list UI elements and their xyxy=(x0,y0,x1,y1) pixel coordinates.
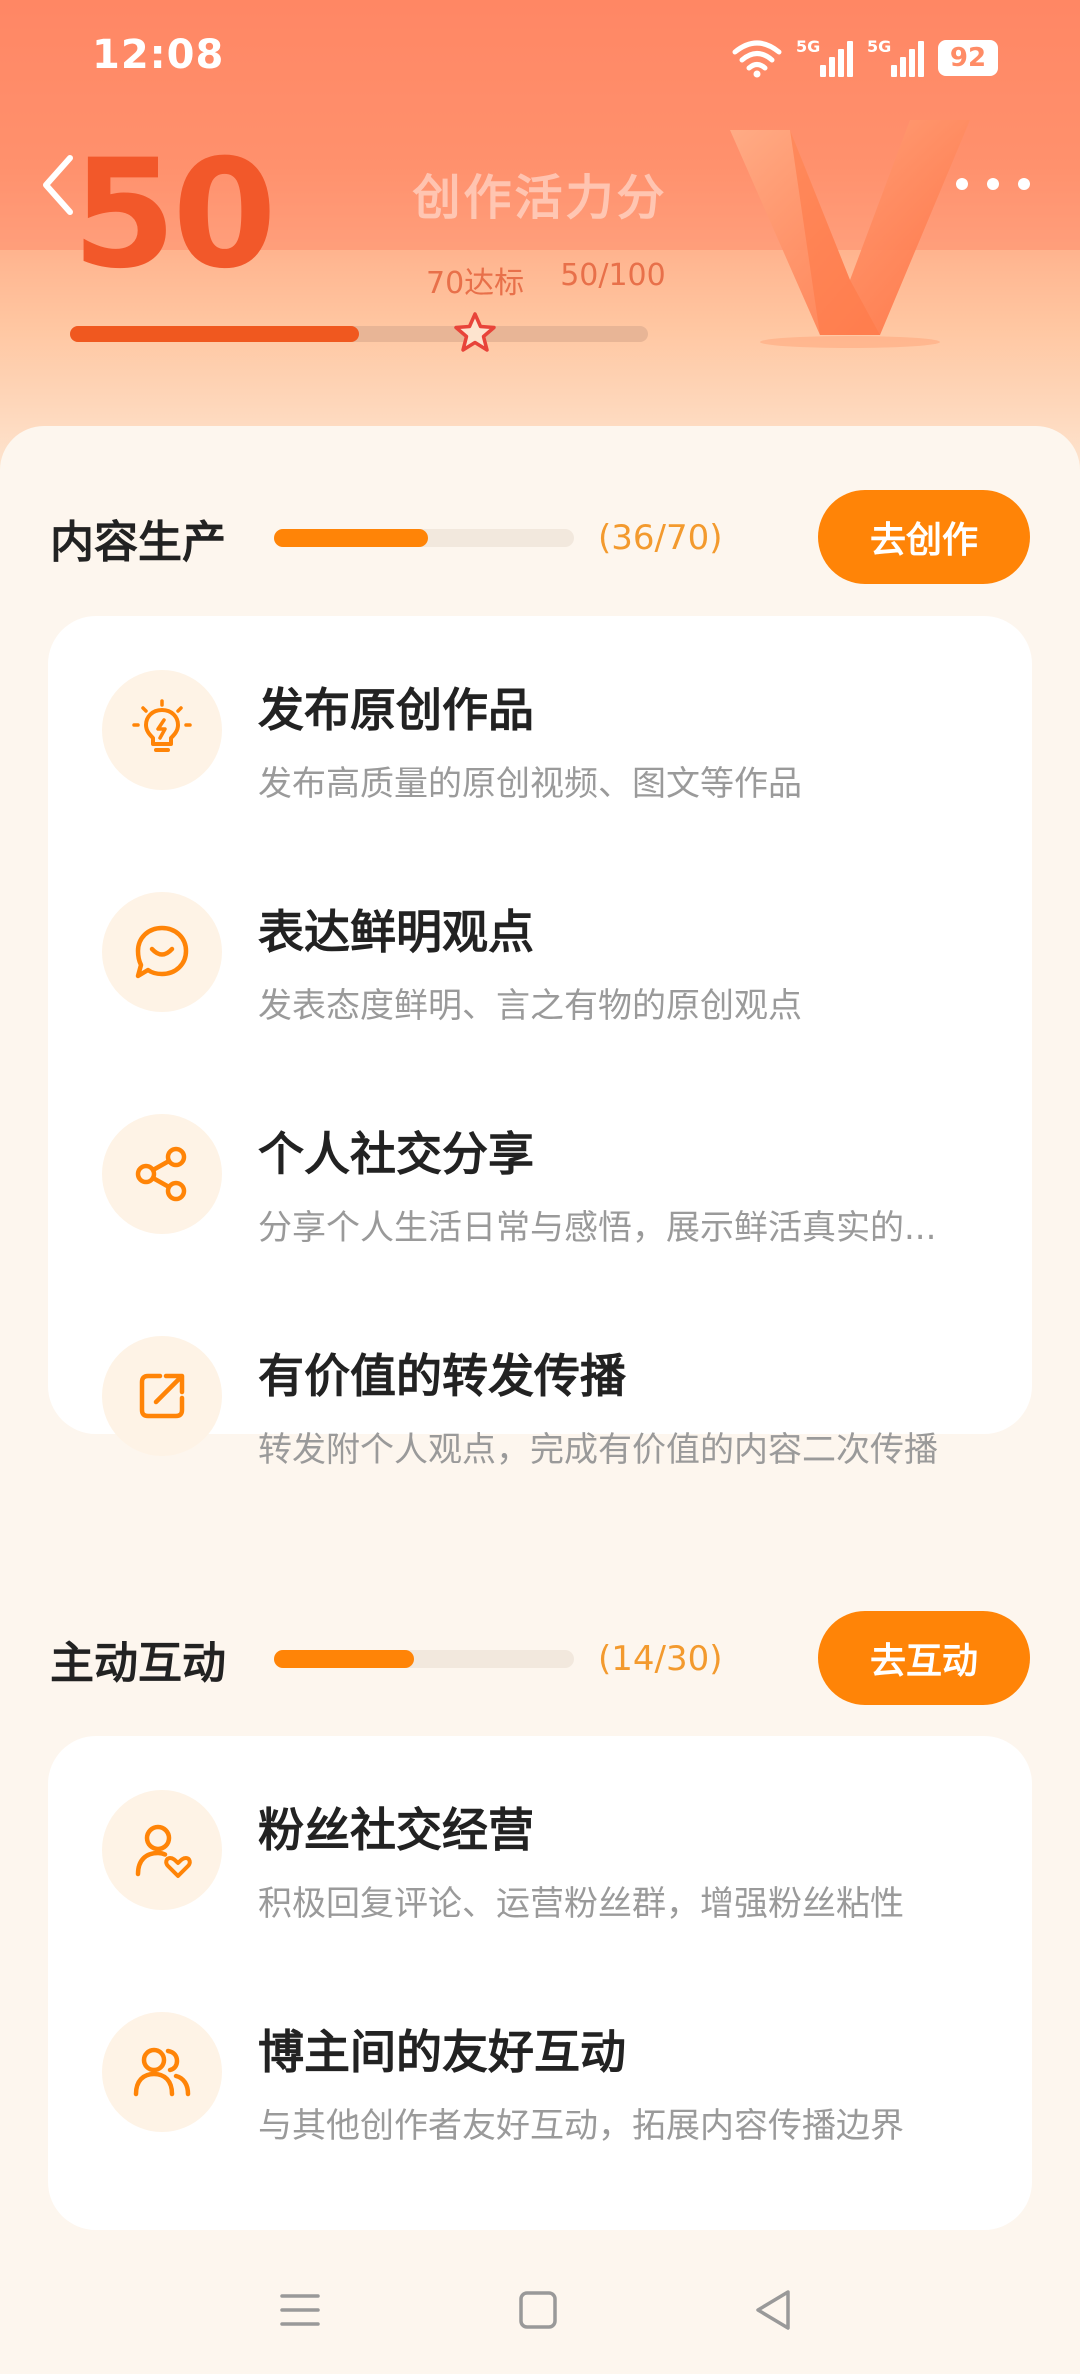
lightbulb-icon xyxy=(102,670,222,790)
status-icons: 5G 5G 92 xyxy=(732,36,998,80)
task-item[interactable]: 发布原创作品 发布高质量的原创视频、图文等作品 xyxy=(48,616,1032,838)
share-icon xyxy=(102,1114,222,1234)
section-title: 主动互动 xyxy=(50,1638,226,1689)
task-title: 表达鲜明观点 xyxy=(258,905,534,959)
task-title: 粉丝社交经营 xyxy=(258,1803,534,1857)
system-nav-bar xyxy=(0,2250,1080,2374)
score-progress-bar xyxy=(70,326,648,342)
go-create-button[interactable]: 去创作 xyxy=(818,490,1030,584)
task-item[interactable]: 表达鲜明观点 发表态度鲜明、言之有物的原创观点 xyxy=(48,838,1032,1060)
page-title: 创作活力分 xyxy=(412,170,668,226)
forward-icon xyxy=(102,1336,222,1456)
section-progress-fill xyxy=(274,1650,415,1668)
signal-icon: 5G xyxy=(796,37,853,77)
section-progress-fill xyxy=(274,529,429,547)
task-title: 有价值的转发传播 xyxy=(258,1349,626,1403)
wifi-icon xyxy=(732,40,782,78)
star-icon xyxy=(453,312,496,352)
task-card-interaction: 粉丝社交经营 积极回复评论、运营粉丝群，增强粉丝粘性 博主间的友好互动 与其他创… xyxy=(48,1736,1032,2230)
menu-icon[interactable] xyxy=(270,2280,330,2340)
task-panel: 内容生产 (36/70) 去创作 发布原创作品 发布高质量的原创视频、图文等作品 xyxy=(0,426,1080,2374)
task-desc: 积极回复评论、运营粉丝群，增强粉丝粘性 xyxy=(258,1884,904,1924)
back-icon[interactable] xyxy=(744,2280,804,2340)
user-heart-icon xyxy=(102,1790,222,1910)
section-progress-bar xyxy=(274,1650,574,1668)
task-title: 个人社交分享 xyxy=(258,1127,534,1181)
more-icon[interactable] xyxy=(956,170,1030,198)
go-interact-button[interactable]: 去互动 xyxy=(818,1611,1030,1705)
score-progress-text: 50/100 xyxy=(560,258,666,293)
section-progress-bar xyxy=(274,529,574,547)
battery-icon: 92 xyxy=(938,40,998,76)
chat-smile-icon xyxy=(102,892,222,1012)
home-icon[interactable] xyxy=(508,2280,568,2340)
signal-icon: 5G xyxy=(867,37,924,77)
status-time: 12:08 xyxy=(92,32,225,78)
header: 12:08 5G 5G 92 50 创作活力分 70达标 50/100 xyxy=(0,0,1080,470)
network-label: 5G xyxy=(796,37,821,56)
task-desc: 发布高质量的原创视频、图文等作品 xyxy=(258,764,802,804)
section-content-production: 内容生产 (36/70) 去创作 xyxy=(50,490,1030,586)
task-item[interactable]: 粉丝社交经营 积极回复评论、运营粉丝群，增强粉丝粘性 xyxy=(48,1736,1032,1958)
task-card-production: 发布原创作品 发布高质量的原创视频、图文等作品 表达鲜明观点 发表态度鲜明、言之… xyxy=(48,616,1032,1470)
task-item[interactable]: 博主间的友好互动 与其他创作者友好互动，拓展内容传播边界 xyxy=(48,1958,1032,2180)
section-count: (36/70) xyxy=(598,518,723,558)
task-desc: 与其他创作者友好互动，拓展内容传播边界 xyxy=(258,2106,904,2146)
section-count: (14/30) xyxy=(598,1639,723,1679)
users-icon xyxy=(102,2012,222,2132)
task-item[interactable]: 有价值的转发传播 转发附个人观点，完成有价值的内容二次传播 xyxy=(48,1282,1032,1504)
task-desc: 发表态度鲜明、言之有物的原创观点 xyxy=(258,986,802,1026)
section-interaction: 主动互动 (14/30) 去互动 xyxy=(50,1611,1030,1707)
task-desc: 分享个人生活日常与感悟，展示鲜活真实的... xyxy=(258,1208,937,1248)
task-title: 博主间的友好互动 xyxy=(258,2025,626,2079)
network-label: 5G xyxy=(867,37,892,56)
target-label: 70达标 xyxy=(426,266,525,301)
task-item[interactable]: 个人社交分享 分享个人生活日常与感悟，展示鲜活真实的... xyxy=(48,1060,1032,1282)
status-bar: 12:08 5G 5G 92 xyxy=(0,0,1080,120)
v-logo-icon xyxy=(730,120,970,348)
score-progress-fill xyxy=(70,326,359,342)
score-meta: 70达标 50/100 xyxy=(426,258,666,302)
section-title: 内容生产 xyxy=(50,517,226,568)
task-desc: 转发附个人观点，完成有价值的内容二次传播 xyxy=(258,1430,938,1470)
task-title: 发布原创作品 xyxy=(258,683,534,737)
